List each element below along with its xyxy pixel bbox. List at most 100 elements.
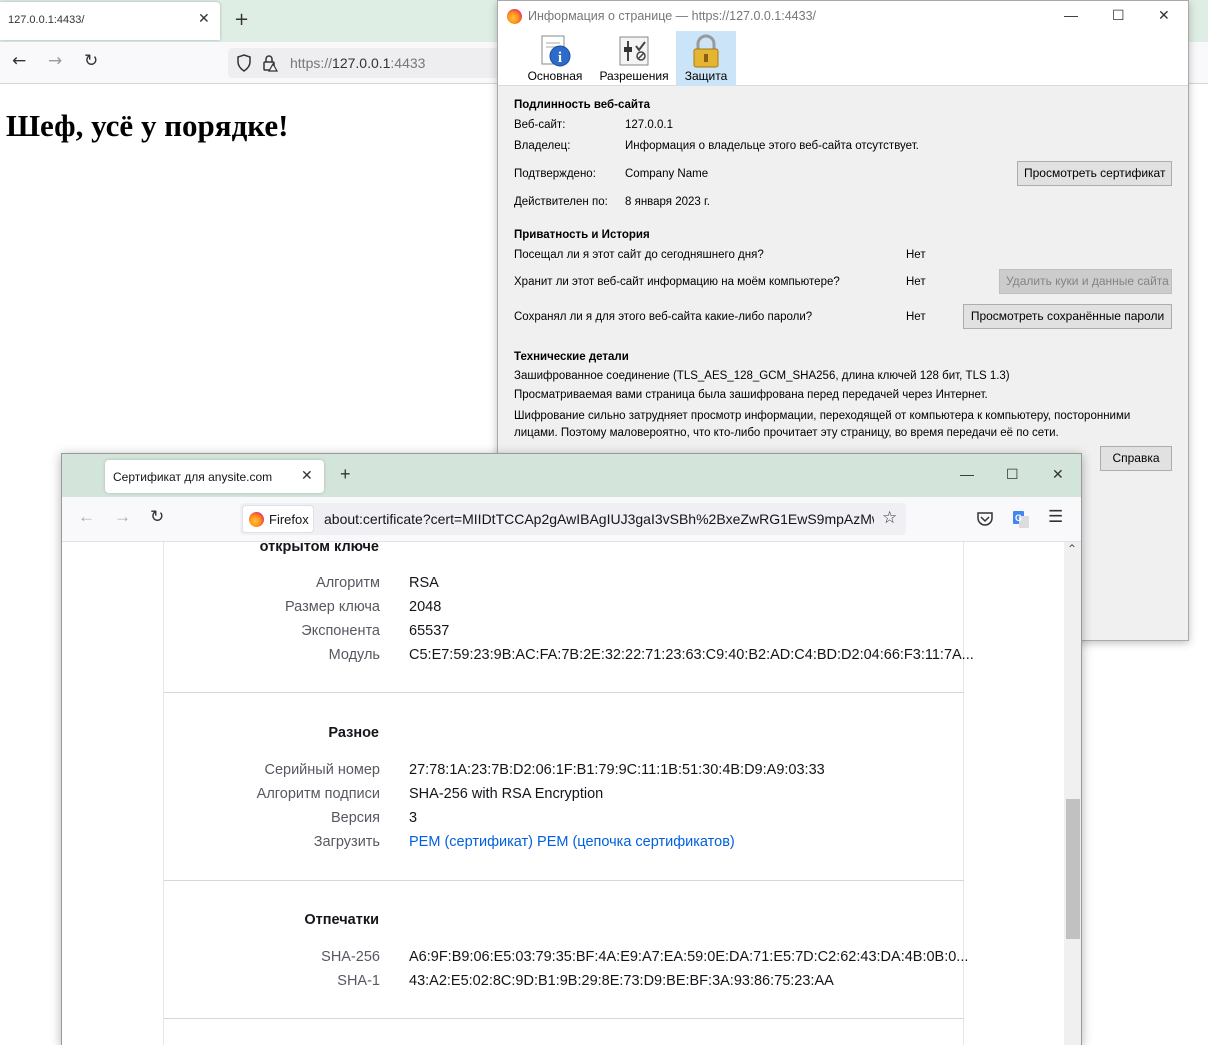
info-row: Версия 3	[164, 810, 964, 832]
pocket-icon[interactable]	[976, 511, 994, 527]
url-text: https://127.0.0.1:4433	[290, 55, 425, 71]
url-text[interactable]: about:certificate?cert=MIIDtTCCAp2gAwIBA…	[324, 511, 874, 527]
scrollbar[interactable]: ⌃	[1064, 542, 1081, 1045]
page-info-tabs: i Основная Разрешения Защита	[498, 31, 1188, 86]
row-value: 3	[409, 810, 418, 826]
tab-permissions[interactable]: Разрешения	[596, 31, 672, 86]
scroll-up-icon[interactable]: ⌃	[1067, 542, 1077, 556]
passwords-answer: Нет	[906, 311, 926, 323]
section-divider	[164, 1018, 964, 1019]
minimize-icon[interactable]: —	[960, 466, 974, 482]
url-scheme: https://	[290, 55, 333, 71]
back-icon[interactable]: ←	[12, 51, 26, 71]
dialog-title: Информация о странице — https://127.0.0.…	[528, 9, 817, 23]
forward-icon[interactable]: →	[48, 51, 62, 71]
tab-general[interactable]: i Основная	[520, 31, 590, 86]
back-icon[interactable]: ←	[78, 507, 95, 527]
close-tab-icon[interactable]: ✕	[198, 11, 210, 27]
bookmark-star-icon[interactable]: ☆	[882, 508, 897, 528]
reload-icon[interactable]: ↻	[150, 507, 164, 527]
info-icon: i	[541, 35, 571, 67]
download-pem-link[interactable]: PEM (сертификат)	[409, 834, 533, 850]
firefox-logo-icon	[507, 9, 522, 24]
view-certificate-button[interactable]: Просмотреть сертификат	[1017, 161, 1172, 186]
row-value: RSA	[409, 575, 439, 591]
info-row: Алгоритм подписи SHA-256 with RSA Encryp…	[164, 786, 964, 808]
clear-cookies-button[interactable]: Удалить куки и данные сайта	[999, 269, 1172, 294]
download-chain-link[interactable]: PEM (цепочка сертификатов)	[537, 834, 735, 850]
dialog-titlebar: Информация о странице — https://127.0.0.…	[498, 1, 1188, 31]
row-value: SHA-256 with RSA Encryption	[409, 786, 604, 802]
svg-text:G: G	[1015, 513, 1022, 523]
info-row: Серийный номер 27:78:1A:23:7B:D2:06:1F:B…	[164, 762, 964, 784]
tab-title: Сертификат для anysite.com	[113, 470, 273, 484]
close-icon[interactable]: ✕	[1052, 466, 1064, 483]
info-row: Размер ключа 2048	[164, 599, 964, 621]
owner-value: Информация о владельце этого веб-сайта о…	[625, 140, 919, 152]
svg-text:i: i	[558, 50, 562, 66]
certificate-tab[interactable]: Сертификат для anysite.com ✕	[105, 460, 324, 493]
section-heading-privacy: Приватность и История	[514, 229, 650, 241]
stores-answer: Нет	[906, 276, 926, 288]
background-url-bar[interactable]: https://127.0.0.1:4433	[228, 48, 528, 78]
row-value: 43:A2:E5:02:8C:9D:B1:9B:29:8E:73:D9:BE:B…	[409, 973, 834, 989]
valid-until-label: Действителен по:	[514, 196, 608, 208]
info-row: Алгоритм RSA	[164, 575, 964, 597]
stores-question: Хранит ли этот веб-сайт информацию на мо…	[514, 276, 840, 288]
row-label: Алгоритм подписи	[256, 786, 380, 802]
reload-icon[interactable]: ↻	[84, 51, 98, 71]
url-port: :4433	[390, 55, 426, 71]
row-label: Алгоритм	[316, 575, 380, 591]
section-heading-public-key: открытом ключе	[259, 539, 379, 555]
row-label: Экспонента	[301, 623, 380, 639]
tab-security[interactable]: Защита	[676, 31, 736, 86]
lock-warning-icon[interactable]	[262, 54, 278, 72]
scrollbar-thumb[interactable]	[1066, 799, 1080, 939]
row-label: Версия	[330, 810, 380, 826]
technical-line: Шифрование сильно затрудняет просмотр ин…	[514, 410, 1131, 422]
section-heading-identity: Подлинность веб-сайта	[514, 99, 650, 111]
verified-label: Подтверждено:	[514, 168, 596, 180]
close-icon[interactable]: ✕	[1158, 7, 1170, 24]
info-row: Модуль C5:E7:59:23:9B:AC:FA:7B:2E:32:22:…	[164, 647, 974, 669]
row-label: SHA-1	[337, 973, 380, 989]
row-label: Модуль	[328, 647, 380, 663]
minimize-icon[interactable]: —	[1064, 7, 1078, 23]
help-button[interactable]: Справка	[1100, 446, 1172, 471]
row-value: 27:78:1A:23:7B:D2:06:1F:B1:79:9C:11:1B:5…	[409, 762, 825, 778]
visited-question: Посещал ли я этот сайт до сегодняшнего д…	[514, 249, 764, 261]
maximize-icon[interactable]: ☐	[1006, 466, 1019, 483]
new-tab-button[interactable]: +	[234, 9, 249, 30]
row-value: C5:E7:59:23:9B:AC:FA:7B:2E:32:22:71:23:6…	[409, 647, 974, 663]
section-heading-fingerprints: Отпечатки	[304, 912, 379, 928]
url-host: 127.0.0.1	[332, 55, 391, 71]
menu-icon[interactable]: ☰	[1048, 507, 1063, 527]
translate-extension-icon[interactable]: G	[1012, 509, 1030, 529]
page-heading: Шеф, усё у порядке!	[6, 108, 289, 143]
view-saved-passwords-button[interactable]: Просмотреть сохранённые пароли	[963, 304, 1172, 329]
section-heading-misc: Разное	[328, 725, 379, 741]
certificate-window: Сертификат для anysite.com ✕ + — ☐ ✕ ← →…	[61, 453, 1082, 1045]
new-tab-button[interactable]: +	[340, 464, 351, 485]
tab-label: Защита	[684, 69, 728, 83]
background-tab[interactable]: 127.0.0.1:4433/ ✕	[0, 2, 220, 40]
identity-box[interactable]: Firefox	[242, 505, 314, 533]
url-bar[interactable]: Firefox about:certificate?cert=MIIDtTCCA…	[240, 503, 906, 535]
permissions-icon	[619, 36, 649, 66]
close-tab-icon[interactable]: ✕	[301, 467, 313, 484]
row-value: A6:9F:B9:06:E5:03:79:35:BF:4A:E9:A7:EA:5…	[409, 949, 969, 965]
tab-label: Основная	[527, 69, 583, 83]
section-divider	[164, 880, 964, 881]
row-label: SHA-256	[321, 949, 380, 965]
row-value: 2048	[409, 599, 442, 615]
row-label: Загрузить	[313, 834, 380, 850]
maximize-icon[interactable]: ☐	[1112, 7, 1125, 24]
owner-label: Владелец:	[514, 140, 571, 152]
download-row: Загрузить PEM (сертификат) PEM (цепочка …	[164, 834, 964, 856]
info-row: SHA-1 43:A2:E5:02:8C:9D:B1:9B:29:8E:73:D…	[164, 973, 964, 995]
row-value: 65537	[409, 623, 450, 639]
passwords-question: Сохранял ли я для этого веб-сайта какие-…	[514, 311, 813, 323]
shield-icon[interactable]	[236, 54, 252, 72]
technical-line: Зашифрованное соединение (TLS_AES_128_GC…	[514, 370, 1010, 382]
forward-icon[interactable]: →	[114, 507, 131, 527]
